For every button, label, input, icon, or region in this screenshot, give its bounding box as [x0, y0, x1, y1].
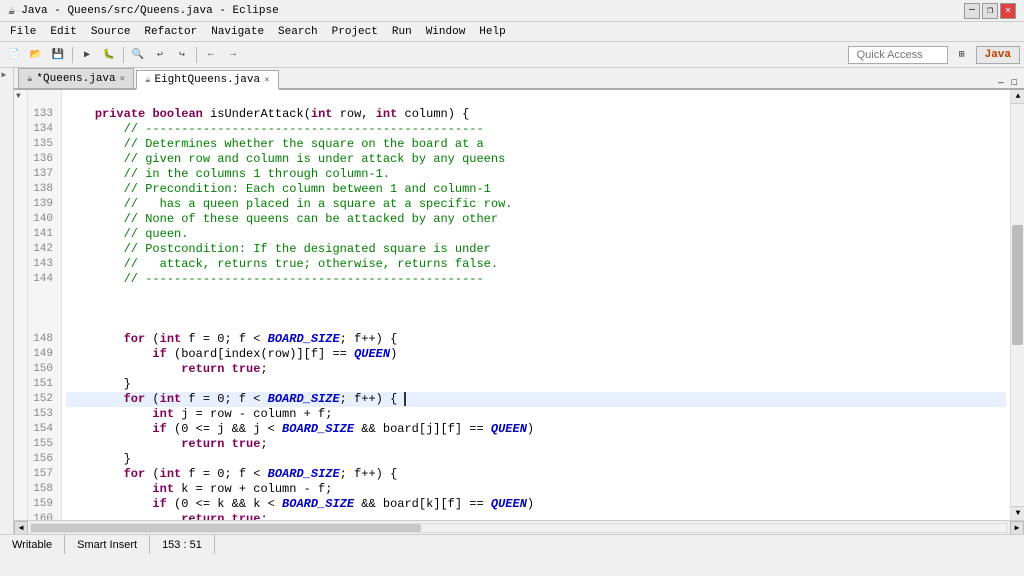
status-writable: Writable [0, 535, 65, 554]
bottom-scrollbar[interactable]: ◀ ▶ [14, 520, 1024, 534]
quick-access-input[interactable] [848, 46, 948, 64]
close-button[interactable]: ✕ [1000, 3, 1016, 19]
scrollbar-thumb[interactable] [1011, 104, 1024, 506]
menu-run[interactable]: Run [386, 24, 418, 40]
tab-eightqueens[interactable]: ☕ EightQueens.java ✕ [136, 70, 278, 90]
tab-queens-label: *Queens.java [36, 73, 115, 85]
toolbar-forward[interactable]: → [223, 45, 243, 65]
left-gutter-icon[interactable]: ▶ [2, 70, 12, 80]
tab-eightqueens-label: EightQueens.java [154, 74, 260, 86]
maximize-button[interactable]: ❐ [982, 3, 998, 19]
left-annotation-strip: ▼ [14, 90, 28, 520]
tab-bar: ☕ *Queens.java ✕ ☕ EightQueens.java ✕ — … [14, 68, 1024, 90]
code-editor[interactable]: private boolean isUnderAttack(int row, i… [62, 90, 1010, 520]
toolbar-save[interactable]: 💾 [48, 45, 68, 65]
menu-navigate[interactable]: Navigate [205, 24, 270, 40]
main-area: ▶ ☕ *Queens.java ✕ ☕ EightQueens.java ✕ … [0, 68, 1024, 534]
tab-eightqueens-close[interactable]: ✕ [264, 75, 269, 85]
toolbar-perspectives[interactable]: ⊞ [952, 45, 972, 65]
collapse-arrow[interactable]: ▼ [16, 92, 21, 101]
menu-search[interactable]: Search [272, 24, 324, 40]
toolbar-search[interactable]: 🔍 [128, 45, 148, 65]
menu-window[interactable]: Window [420, 24, 472, 40]
toolbar-open[interactable]: 📂 [26, 45, 46, 65]
toolbar-sep3 [196, 47, 197, 63]
tab-queens[interactable]: ☕ *Queens.java ✕ [18, 68, 134, 88]
scroll-left-arrow[interactable]: ◀ [14, 521, 28, 535]
scroll-up-arrow[interactable]: ▲ [1011, 90, 1024, 104]
status-position: 153 : 51 [150, 535, 215, 554]
tab-eightqueens-icon: ☕ [145, 75, 150, 85]
status-insert-mode: Smart Insert [65, 535, 150, 554]
tab-queens-icon: ☕ [27, 74, 32, 84]
toolbar-redo[interactable]: ↪ [172, 45, 192, 65]
toolbar-new[interactable]: 📄 [4, 45, 24, 65]
titlebar-left: ☕ Java - Queens/src/Queens.java - Eclips… [8, 3, 279, 18]
toolbar-back[interactable]: ← [201, 45, 221, 65]
tab-queens-close[interactable]: ✕ [120, 74, 125, 84]
menubar: File Edit Source Refactor Navigate Searc… [0, 22, 1024, 42]
tab-bar-controls: — □ [995, 78, 1020, 88]
menu-refactor[interactable]: Refactor [138, 24, 203, 40]
tab-minimize-btn[interactable]: — [995, 78, 1006, 88]
left-gutter: ▶ [0, 68, 14, 534]
toolbar-debug[interactable]: 🐛 [99, 45, 119, 65]
toolbar-sep1 [72, 47, 73, 63]
toolbar-run[interactable]: ▶ [77, 45, 97, 65]
toolbar-undo[interactable]: ↩ [150, 45, 170, 65]
line-numbers: 133134135136137138139140141142143144 148… [28, 90, 62, 520]
toolbar: 📄 📂 💾 ▶ 🐛 🔍 ↩ ↪ ← → ⊞ Java [0, 42, 1024, 68]
menu-help[interactable]: Help [473, 24, 511, 40]
quick-access-area: ⊞ Java [848, 45, 1020, 65]
minimize-button[interactable]: — [964, 3, 980, 19]
app-icon: ☕ [8, 3, 15, 18]
scroll-right-arrow[interactable]: ▶ [1010, 521, 1024, 535]
titlebar-title: Java - Queens/src/Queens.java - Eclipse [21, 5, 278, 17]
titlebar-controls: — ❐ ✕ [964, 3, 1016, 19]
menu-project[interactable]: Project [326, 24, 384, 40]
toolbar-sep2 [123, 47, 124, 63]
right-annotation-strip[interactable]: ▲ ▼ [1010, 90, 1024, 520]
java-perspective-btn[interactable]: Java [976, 46, 1020, 64]
editor-container: ☕ *Queens.java ✕ ☕ EightQueens.java ✕ — … [14, 68, 1024, 534]
editor-wrapper: ▼ 133134135136137138139140141142143144 1… [14, 90, 1024, 520]
menu-edit[interactable]: Edit [44, 24, 82, 40]
menu-source[interactable]: Source [85, 24, 137, 40]
scroll-down-arrow[interactable]: ▼ [1011, 506, 1024, 520]
statusbar: Writable Smart Insert 153 : 51 [0, 534, 1024, 554]
titlebar: ☕ Java - Queens/src/Queens.java - Eclips… [0, 0, 1024, 22]
scroll-track-bottom[interactable] [30, 523, 1008, 533]
tab-maximize-btn[interactable]: □ [1009, 78, 1020, 88]
menu-file[interactable]: File [4, 24, 42, 40]
